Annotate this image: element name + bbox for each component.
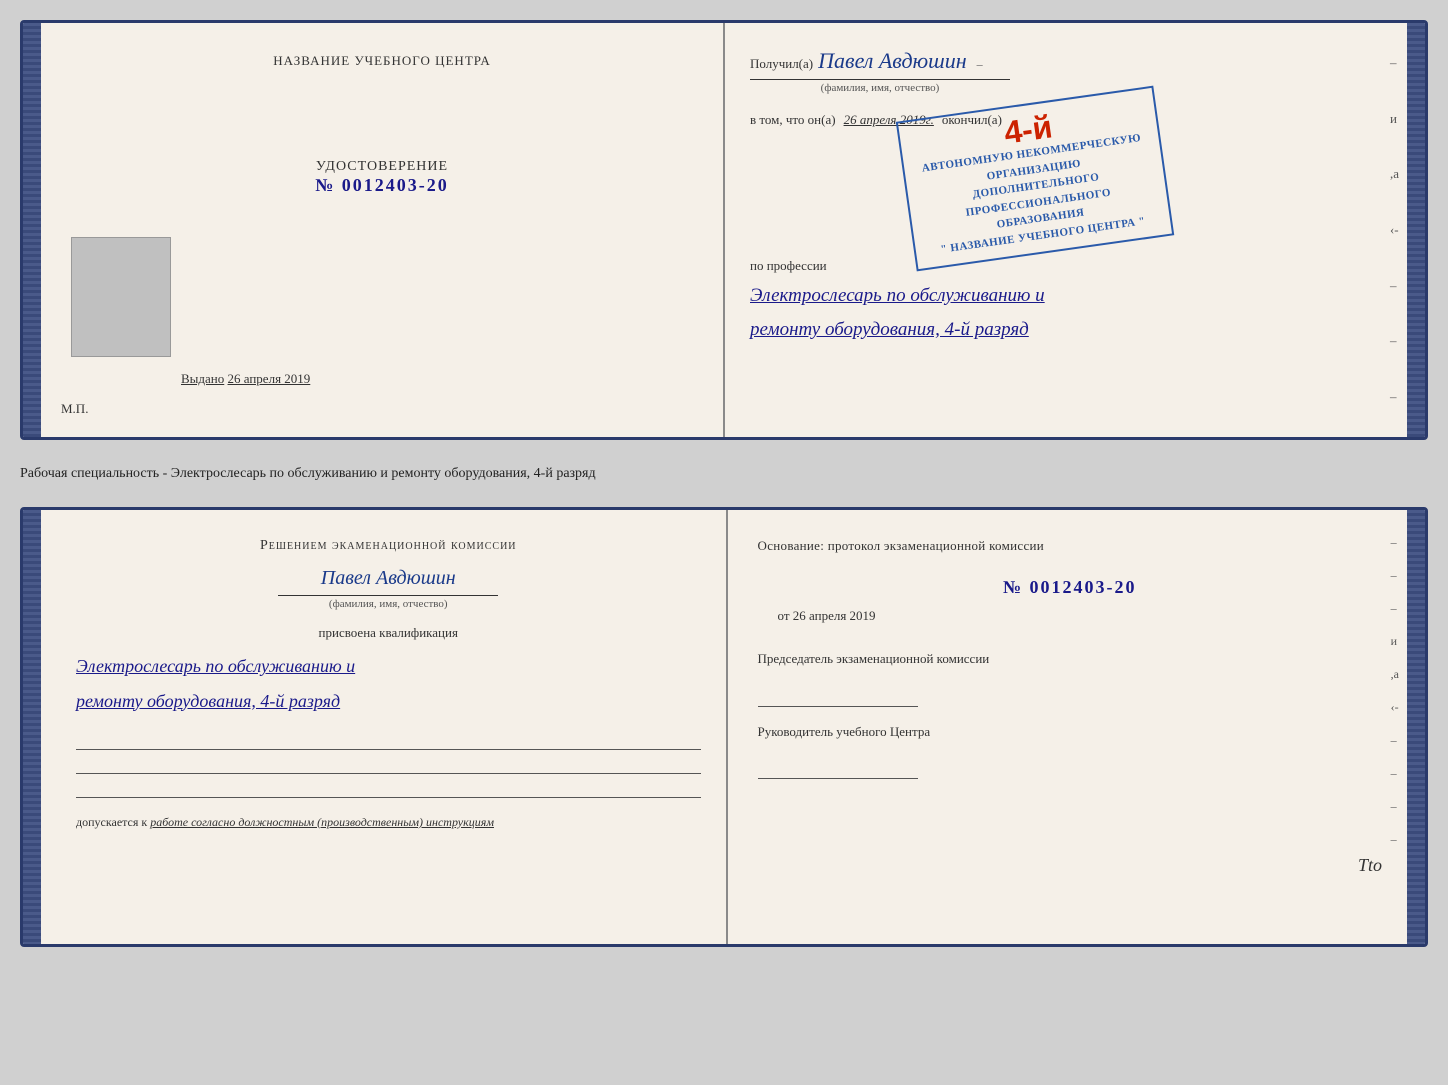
left-spine [23,23,41,437]
person-name-bottom: Павел Авдюшин [76,567,701,590]
photo-placeholder [71,237,171,357]
bottom-right-page: Основание: протокол экзаменационной коми… [728,510,1408,944]
in-that-prefix: в том, что он(а) [750,112,836,128]
protocol-date: от 26 апреля 2019 [778,608,1383,624]
b-dash-8: – [1391,766,1399,781]
director-role: Руководитель учебного Центра [758,722,1383,742]
issued-date: Выдано 26 апреля 2019 [181,371,310,387]
dash-1: – [1390,55,1399,71]
chairman-role: Председатель экзаменационной комиссии [758,649,1383,669]
qualification-line1: Электрослесарь по обслуживанию и [76,656,355,676]
fio-label-top: (фамилия, имя, отчество) [750,79,1010,94]
mp-label: М.П. [61,401,88,417]
qualification-text: Электрослесарь по обслуживанию и ремонту… [76,649,701,717]
allowed-italic: работе согласно должностным (производств… [150,815,494,829]
b-dash-6: ‹- [1391,700,1399,715]
b-dash-7: – [1391,733,1399,748]
underline-2 [76,752,701,774]
b-dash-1: – [1391,535,1399,550]
underline-3 [76,776,701,798]
director-signature-line [758,761,918,779]
person-name-top: Павел Авдюшин [818,48,966,74]
profession-label: по профессии [750,258,1382,274]
middle-description: Рабочая специальность - Электрослесарь п… [20,458,1428,489]
top-document: НАЗВАНИЕ УЧЕБНОГО ЦЕНТРА УДОСТОВЕРЕНИЕ №… [20,20,1428,440]
dash-5: – [1390,278,1399,294]
tto-mark: Tto [1358,855,1382,876]
received-label: Получил(а) [750,56,813,72]
top-left-page: НАЗВАНИЕ УЧЕБНОГО ЦЕНТРА УДОСТОВЕРЕНИЕ №… [41,23,725,437]
underline-1 [76,728,701,750]
commission-title: Решением экаменационной комиссии [76,535,701,557]
protocol-date-value: 26 апреля 2019 [793,608,876,623]
fio-label-bottom: (фамилия, имя, отчество) [278,595,498,610]
bottom-left-spine [23,510,41,944]
signature-lines [76,728,701,798]
chairman-block: Председатель экзаменационной комиссии [758,649,1383,707]
dash-6: – [1390,333,1399,349]
b-dash-4: и [1391,634,1399,649]
allowed-text: допускается к работе согласно должностны… [76,813,701,832]
profession-line1: Электрослесарь по обслуживанию и [750,285,1045,306]
chairman-signature-line [758,689,918,707]
basis-text: Основание: протокол экзаменационной коми… [758,535,1383,557]
right-dashes: – и ,а ‹- – – – [1390,23,1399,437]
director-block: Руководитель учебного Центра [758,722,1383,780]
dash-4: ‹- [1390,222,1399,238]
dash-2: и [1390,111,1399,127]
right-spine-top [1407,23,1425,437]
cert-label: УДОСТОВЕРЕНИЕ [315,159,449,175]
dash-7: – [1390,389,1399,405]
qualification-line2: ремонту оборудования, 4-й разряд [76,691,340,711]
b-dash-3: – [1391,601,1399,616]
qualification-label: присвоена квалификация [76,625,701,641]
protocol-number: № 0012403-20 [758,577,1383,598]
issued-label: Выдано [181,371,224,386]
issued-date-value: 26 апреля 2019 [228,371,311,386]
received-line: Получил(а) Павел Авдюшин – [750,48,1382,74]
cert-number: № 0012403-20 [315,175,449,196]
b-dash-2: – [1391,568,1399,583]
certificate-section: УДОСТОВЕРЕНИЕ № 0012403-20 [315,159,449,196]
date-prefix: от [778,608,790,623]
top-right-page: Получил(а) Павел Авдюшин – (фамилия, имя… [725,23,1407,437]
training-center-title: НАЗВАНИЕ УЧЕБНОГО ЦЕНТРА [273,53,490,69]
allowed-prefix: допускается к [76,815,147,829]
bottom-right-dashes: – – – и ,а ‹- – – – – [1391,510,1399,944]
bottom-left-page: Решением экаменационной комиссии Павел А… [41,510,728,944]
b-dash-10: – [1391,832,1399,847]
profession-line2: ремонту оборудования, 4-й разряд [750,319,1029,340]
profession-section: по профессии Электрослесарь по обслужива… [750,258,1382,347]
bottom-document: Решением экаменационной комиссии Павел А… [20,507,1428,947]
profession-text: Электрослесарь по обслуживанию и ремонту… [750,279,1382,347]
dash-3: ,а [1390,166,1399,182]
right-spine-bottom [1407,510,1425,944]
b-dash-5: ,а [1391,667,1399,682]
b-dash-9: – [1391,799,1399,814]
